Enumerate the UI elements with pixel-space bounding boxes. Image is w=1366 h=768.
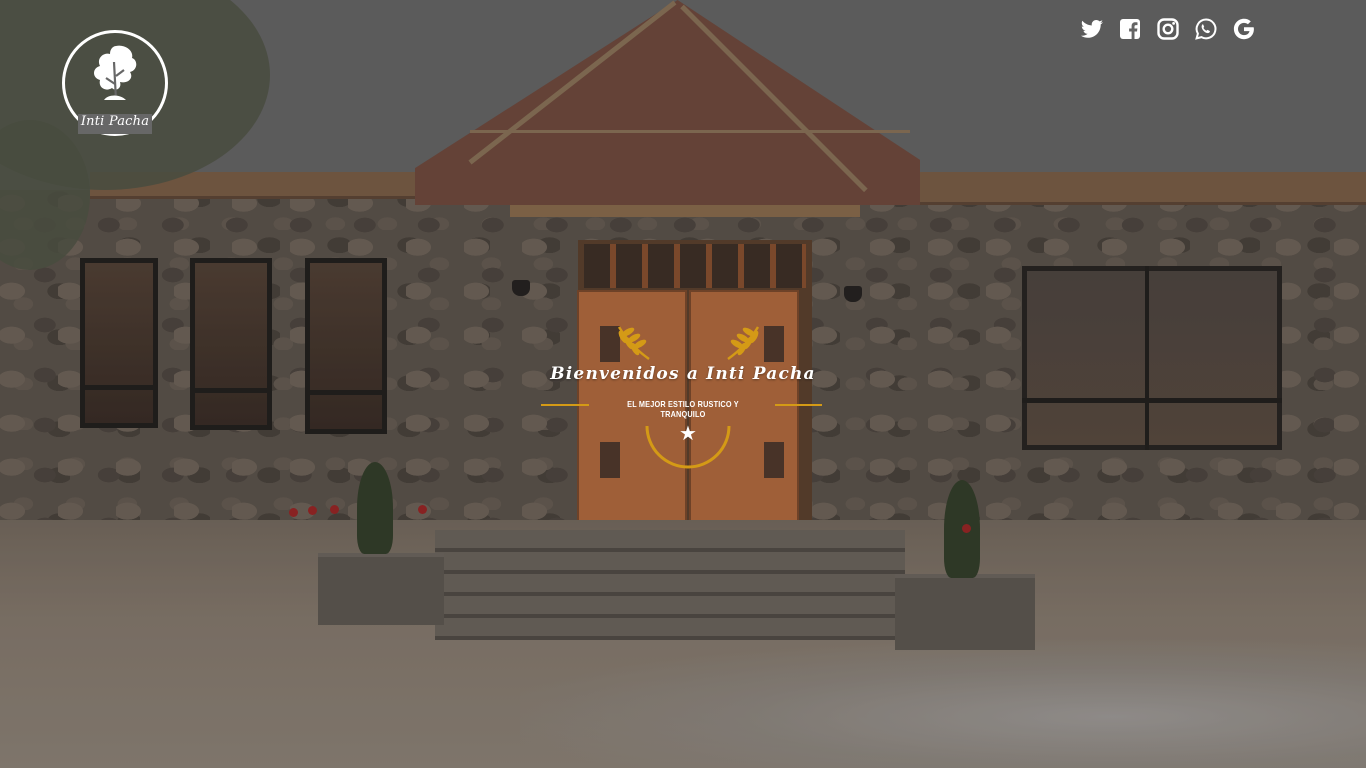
dark-overlay [0,0,1366,768]
social-links [1080,17,1256,41]
logo-name: Inti Pacha [80,114,150,129]
instagram-icon[interactable] [1156,17,1180,41]
inti-pacha-logo[interactable]: Inti Pacha [62,30,168,136]
whatsapp-icon[interactable] [1194,17,1218,41]
facebook-icon[interactable] [1118,17,1142,41]
twitter-icon[interactable] [1080,17,1104,41]
hero-background-photo [0,0,1366,768]
tree-logo-icon [94,45,137,101]
google-icon[interactable] [1232,17,1256,41]
